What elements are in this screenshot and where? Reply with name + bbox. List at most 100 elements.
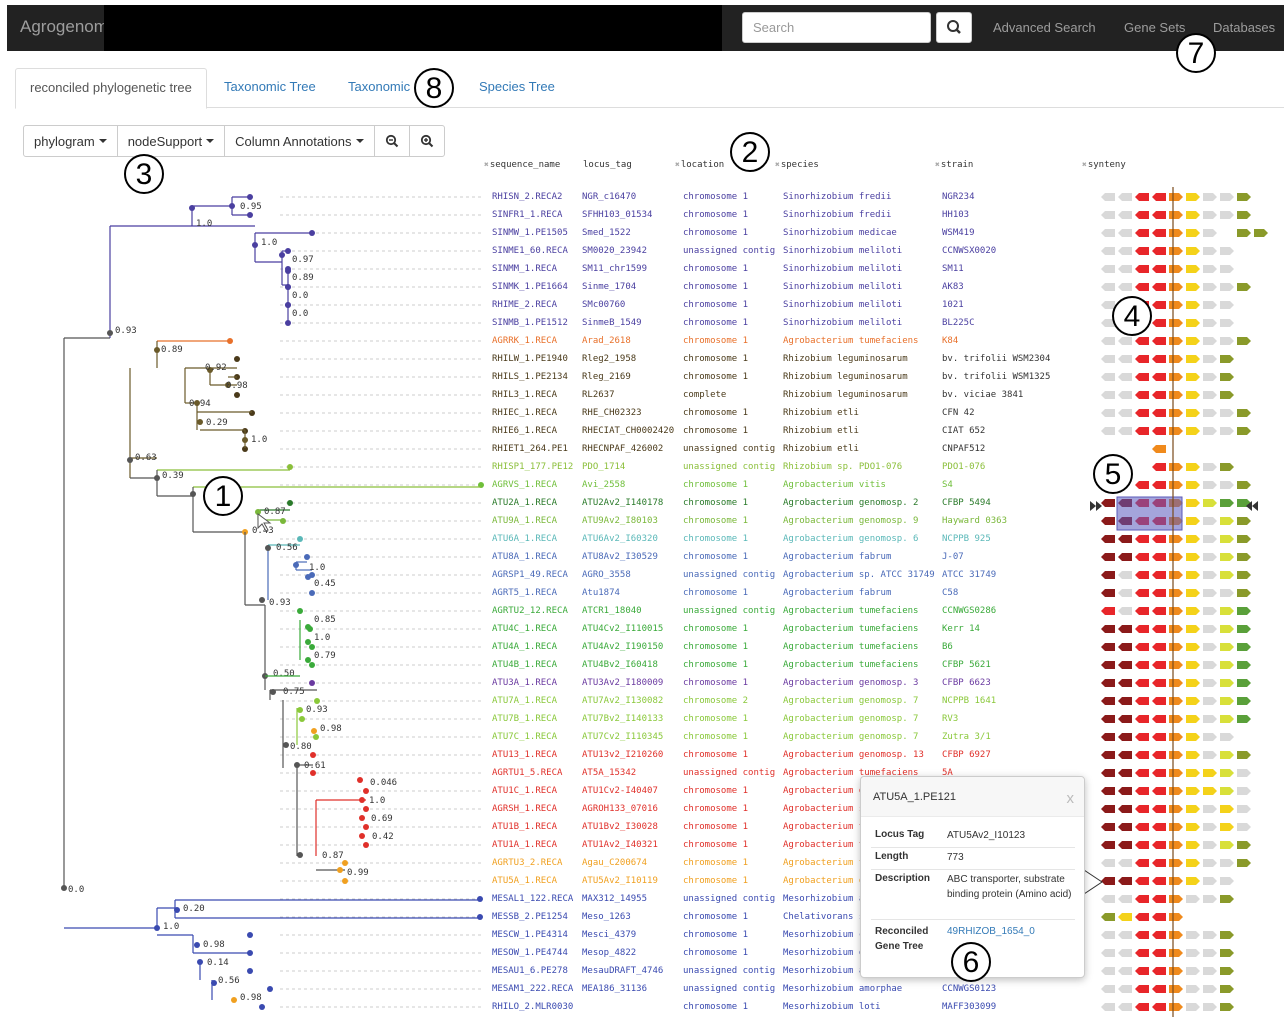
synteny-gene[interactable] (1220, 589, 1234, 597)
synteny-gene[interactable] (1203, 391, 1217, 399)
synteny-gene[interactable] (1135, 895, 1149, 903)
sequence-name-cell[interactable]: ATU7B_1.RECA (492, 713, 557, 725)
synteny-gene[interactable] (1101, 517, 1115, 525)
synteny-gene[interactable] (1101, 355, 1115, 363)
synteny-gene[interactable] (1237, 517, 1251, 525)
synteny-gene[interactable] (1203, 571, 1217, 579)
leaf-node[interactable] (477, 914, 483, 920)
synteny-gene[interactable] (1186, 733, 1200, 741)
tree-node[interactable] (283, 742, 289, 748)
synteny-gene[interactable] (1203, 841, 1217, 849)
synteny-gene[interactable] (1152, 445, 1166, 453)
synteny-gene[interactable] (1152, 607, 1166, 615)
synteny-gene[interactable] (1152, 229, 1166, 237)
synteny-gene[interactable] (1169, 553, 1183, 561)
synteny-gene[interactable] (1118, 265, 1132, 273)
synteny-gene[interactable] (1152, 697, 1166, 705)
synteny-gene[interactable] (1118, 373, 1132, 381)
synteny-gene[interactable] (1152, 733, 1166, 741)
leaf-node[interactable] (314, 698, 320, 704)
synteny-gene[interactable] (1152, 319, 1166, 327)
synteny-gene[interactable] (1135, 535, 1149, 543)
synteny-gene[interactable] (1186, 661, 1200, 669)
synteny-gene[interactable] (1186, 859, 1200, 867)
tree-node[interactable] (197, 419, 203, 425)
sequence-name-cell[interactable]: RHIET1_264.PE1 (492, 443, 568, 455)
tree-node[interactable] (359, 833, 365, 839)
synteny-gene[interactable] (1220, 265, 1234, 273)
leaf-node[interactable] (299, 716, 305, 722)
synteny-gene[interactable] (1220, 679, 1234, 687)
synteny-gene[interactable] (1237, 679, 1251, 687)
synteny-gene[interactable] (1237, 589, 1251, 597)
tree-node[interactable] (259, 597, 265, 603)
sequence-name-cell[interactable]: ATU9A_1.RECA (492, 515, 557, 527)
synteny-gene[interactable] (1169, 661, 1183, 669)
synteny-gene[interactable] (1186, 607, 1200, 615)
synteny-gene[interactable] (1118, 769, 1132, 777)
synteny-gene[interactable] (1118, 805, 1132, 813)
synteny-gene[interactable] (1152, 265, 1166, 273)
tree-node[interactable] (197, 959, 203, 965)
synteny-selection[interactable] (1116, 496, 1183, 531)
tree-node[interactable] (190, 491, 196, 497)
tree-node[interactable] (285, 268, 291, 274)
synteny-gene[interactable] (1118, 877, 1132, 885)
synteny-gene[interactable] (1152, 355, 1166, 363)
synteny-gene[interactable] (1169, 337, 1183, 345)
leaf-node[interactable] (297, 536, 303, 542)
tree-node[interactable] (61, 885, 67, 891)
synteny-gene[interactable] (1152, 553, 1166, 561)
synteny-gene[interactable] (1152, 769, 1166, 777)
synteny-gene[interactable] (1220, 553, 1234, 561)
synteny-gene[interactable] (1152, 913, 1166, 921)
synteny-gene[interactable] (1101, 373, 1115, 381)
synteny-gene[interactable] (1203, 553, 1217, 561)
synteny-gene[interactable] (1186, 499, 1200, 507)
tree-node[interactable] (231, 997, 237, 1003)
tree-node[interactable] (252, 242, 258, 248)
synteny-gene[interactable] (1169, 265, 1183, 273)
sequence-name-cell[interactable]: ATU13_1.RECA (492, 749, 557, 761)
synteny-gene[interactable] (1186, 355, 1200, 363)
synteny-gene[interactable] (1101, 805, 1115, 813)
synteny-gene[interactable] (1169, 211, 1183, 219)
synteny-gene[interactable] (1152, 805, 1166, 813)
synteny-gene[interactable] (1101, 679, 1115, 687)
sequence-name-cell[interactable]: SINME1_60.RECA (492, 245, 568, 257)
synteny-gene[interactable] (1169, 823, 1183, 831)
synteny-gene[interactable] (1101, 877, 1115, 885)
tree-node[interactable] (285, 302, 291, 308)
synteny-gene[interactable] (1169, 859, 1183, 867)
synteny-gene[interactable] (1135, 931, 1149, 939)
synteny-gene[interactable] (1135, 265, 1149, 273)
synteny-gene[interactable] (1135, 841, 1149, 849)
synteny-gene[interactable] (1203, 319, 1217, 327)
synteny-gene[interactable] (1169, 733, 1183, 741)
synteny-gene[interactable] (1237, 841, 1251, 849)
sequence-name-cell[interactable]: AGRT5_1.RECA (492, 587, 557, 599)
synteny-gene[interactable] (1135, 211, 1149, 219)
synteny-gene[interactable] (1220, 535, 1234, 543)
tree-node[interactable] (297, 707, 303, 713)
synteny-gene[interactable] (1135, 733, 1149, 741)
tree-node[interactable] (211, 980, 217, 986)
synteny-gene[interactable] (1203, 967, 1217, 975)
synteny-gene[interactable] (1186, 769, 1200, 777)
synteny-gene[interactable] (1101, 643, 1115, 651)
synteny-gene[interactable] (1169, 283, 1183, 291)
synteny-gene[interactable] (1169, 643, 1183, 651)
synteny-gene[interactable] (1169, 319, 1183, 327)
synteny-gene[interactable] (1135, 607, 1149, 615)
sequence-name-cell[interactable]: AGRSP1_49.RECA (492, 569, 568, 581)
sequence-name-cell[interactable]: ATU1C_1.RECA (492, 785, 557, 797)
synteny-gene[interactable] (1203, 337, 1217, 345)
sequence-name-cell[interactable]: ATU8A_1.RECA (492, 551, 557, 563)
synteny-gene[interactable] (1169, 931, 1183, 939)
synteny-gene[interactable] (1101, 823, 1115, 831)
synteny-gene[interactable] (1203, 193, 1217, 201)
sequence-name-cell[interactable]: MESAL1_122.RECA (492, 893, 573, 905)
synteny-gene[interactable] (1118, 751, 1132, 759)
synteny-gene[interactable] (1220, 481, 1234, 489)
tree-node[interactable] (189, 205, 195, 211)
